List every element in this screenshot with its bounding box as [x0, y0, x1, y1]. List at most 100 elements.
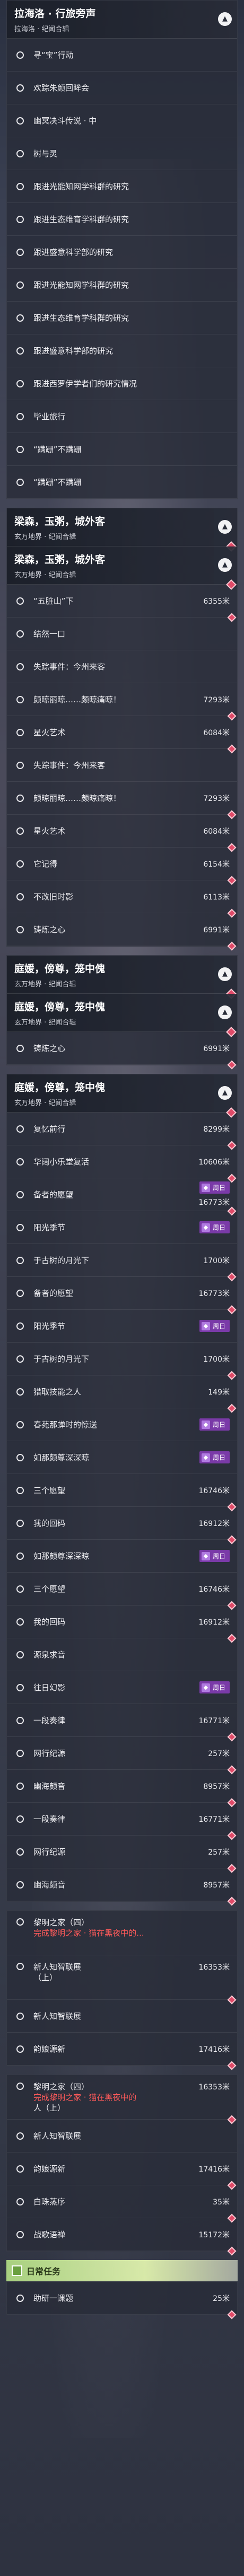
- quest-item[interactable]: 我的回码 16912米: [7, 1605, 237, 1643]
- quest-item[interactable]: 一段奏律 16771米: [7, 1803, 237, 1840]
- quest-item[interactable]: 三个愿望 16746米: [7, 1573, 237, 1610]
- quest-item[interactable]: 我的回码 16912米: [7, 1507, 237, 1545]
- track-circle-icon[interactable]: [16, 1421, 24, 1428]
- track-circle-icon[interactable]: [16, 1683, 24, 1691]
- quest-item[interactable]: 不改旧时影 6113米: [7, 880, 237, 918]
- track-circle-icon[interactable]: [16, 347, 24, 355]
- quest-item[interactable]: 幽冥决斗传说 · 中: [7, 104, 237, 137]
- track-circle-icon[interactable]: [16, 2165, 24, 2173]
- quest-item[interactable]: 网行纪源 257米: [7, 1836, 237, 1873]
- collapse-chevron-icon[interactable]: ▲: [218, 1005, 232, 1019]
- quest-item[interactable]: 跟进生态维育学科群的研究: [7, 302, 237, 334]
- track-circle-icon[interactable]: [16, 1651, 24, 1658]
- daily-quest-header[interactable]: 日常任务: [6, 2260, 238, 2281]
- quest-item[interactable]: 备者的愿望 ◆ 周日 16773米: [7, 1178, 237, 1216]
- quest-item[interactable]: 韵娘源新 17416米: [7, 2152, 237, 2190]
- track-circle-icon[interactable]: [16, 630, 24, 638]
- track-circle-icon[interactable]: [16, 827, 24, 835]
- track-circle-icon[interactable]: [16, 1322, 24, 1330]
- track-circle-icon[interactable]: [16, 728, 24, 736]
- quest-item[interactable]: “蹒跚”不蹒跚: [7, 466, 237, 499]
- track-circle-icon[interactable]: [16, 1815, 24, 1823]
- track-circle-icon[interactable]: [16, 1782, 24, 1790]
- quest-item[interactable]: 颇晾丽晾……颇晾痛晾！ 7293米: [7, 782, 237, 819]
- quest-item[interactable]: 新人知智联展: [7, 2120, 237, 2152]
- quest-item[interactable]: 跟进生态维育学科群的研究: [7, 203, 237, 236]
- track-circle-icon[interactable]: [16, 51, 24, 59]
- quest-item[interactable]: 它记得 6154米: [7, 848, 237, 885]
- quest-item[interactable]: 如那颇尊深深晾 ◆ 周日: [7, 1540, 237, 1573]
- track-circle-icon[interactable]: [16, 2230, 24, 2238]
- quest-item[interactable]: 跟进盛意科学部的研究: [7, 236, 237, 269]
- track-circle-icon[interactable]: [16, 281, 24, 289]
- quest-item[interactable]: 星火艺术 6084米: [7, 716, 237, 754]
- track-circle-icon[interactable]: [16, 1749, 24, 1757]
- quest-item[interactable]: 幽海颇音 8957米: [7, 1868, 237, 1906]
- region-header[interactable]: 梁森，玉粥，城外客 玄万地界 · 纪闻合辑 ▲: [7, 508, 237, 552]
- quest-item[interactable]: 跟进盛意科学部的研究: [7, 334, 237, 367]
- quest-item[interactable]: 新人知智联展: [7, 2000, 237, 2033]
- quest-item[interactable]: 寻“宝”行动: [7, 39, 237, 72]
- quest-item[interactable]: 一段奏律 16771米: [7, 1704, 237, 1742]
- region-subheader[interactable]: 庭媛，傍尊，笼中傀 玄万地界 · 纪闻合辑 ▲: [7, 994, 237, 1037]
- track-circle-icon[interactable]: [16, 2012, 24, 2020]
- quest-item[interactable]: 树与灵: [7, 137, 237, 170]
- quest-item[interactable]: 于古树的月光下 1700米: [7, 1244, 237, 1282]
- track-circle-icon[interactable]: [16, 1618, 24, 1626]
- quest-item[interactable]: “蹒跚”不蹒跚: [7, 433, 237, 466]
- collapse-chevron-icon[interactable]: ▲: [218, 520, 232, 534]
- track-circle-icon[interactable]: [16, 860, 24, 868]
- track-circle-icon[interactable]: [16, 1963, 24, 1970]
- quest-item[interactable]: 黎明之家（四） 完成黎明之家 · 猫在黑夜中的 人（上） 16353米: [7, 2075, 237, 2124]
- track-circle-icon[interactable]: [16, 380, 24, 387]
- track-circle-icon[interactable]: [16, 893, 24, 901]
- track-circle-icon[interactable]: [16, 2132, 24, 2140]
- track-circle-icon[interactable]: [16, 2198, 24, 2206]
- track-circle-icon[interactable]: [16, 149, 24, 157]
- track-circle-icon[interactable]: [16, 478, 24, 486]
- collapse-chevron-icon[interactable]: ▲: [218, 1086, 232, 1100]
- quest-item[interactable]: 阳光季节 ◆ 周日: [7, 1211, 237, 1244]
- quest-item[interactable]: 三个愿望 16746米: [7, 1474, 237, 1512]
- collapse-chevron-icon[interactable]: ▲: [218, 12, 232, 26]
- quest-item[interactable]: 跟进光能知网学科群的研究: [7, 170, 237, 203]
- track-circle-icon[interactable]: [16, 1585, 24, 1593]
- quest-item[interactable]: 颇晾丽晾……颇晾痛晾！ 7293米: [7, 683, 237, 721]
- quest-item[interactable]: 结然一口: [7, 617, 237, 650]
- track-circle-icon[interactable]: [16, 1256, 24, 1264]
- quest-item[interactable]: 失踪事件：今州来客: [7, 650, 237, 683]
- track-circle-icon[interactable]: [16, 2083, 24, 2090]
- track-circle-icon[interactable]: [16, 445, 24, 453]
- quest-item[interactable]: 跟进西罗伊学者们的研究情况: [7, 367, 237, 400]
- track-circle-icon[interactable]: [16, 314, 24, 322]
- quest-item[interactable]: 复忆前行 8299米: [7, 1113, 237, 1150]
- track-circle-icon[interactable]: [16, 117, 24, 125]
- track-circle-icon[interactable]: [16, 1453, 24, 1461]
- quest-item[interactable]: 往日幻影 ◆ 周日: [7, 1671, 237, 1704]
- quest-item[interactable]: 阳光季节 ◆ 周日: [7, 1310, 237, 1343]
- quest-item[interactable]: 韵娘源新 17416米: [7, 2033, 237, 2070]
- quest-item[interactable]: 失踪事件：今州来客: [7, 749, 237, 782]
- track-circle-icon[interactable]: [16, 663, 24, 671]
- track-circle-icon[interactable]: [16, 2045, 24, 2053]
- quest-item[interactable]: 铸炼之心 6991米: [7, 913, 237, 951]
- track-circle-icon[interactable]: [16, 1881, 24, 1889]
- track-circle-icon[interactable]: [16, 215, 24, 223]
- quest-item[interactable]: 华阔小乐堂复活 10606米: [7, 1145, 237, 1183]
- quest-item[interactable]: 源泉求音: [7, 1638, 237, 1671]
- quest-item[interactable]: 星火艺术 6084米: [7, 815, 237, 852]
- collapse-chevron-icon[interactable]: ▲: [218, 558, 232, 572]
- quest-item[interactable]: 跟进光能知网学科群的研究: [7, 269, 237, 302]
- quest-item[interactable]: 欢踪朱颜回眸会: [7, 72, 237, 104]
- track-circle-icon[interactable]: [16, 925, 24, 933]
- track-circle-icon[interactable]: [16, 2294, 24, 2302]
- track-circle-icon[interactable]: [16, 1519, 24, 1527]
- track-circle-icon[interactable]: [16, 1388, 24, 1396]
- track-circle-icon[interactable]: [16, 597, 24, 605]
- track-circle-icon[interactable]: [16, 1044, 24, 1052]
- track-circle-icon[interactable]: [16, 761, 24, 769]
- track-circle-icon[interactable]: [16, 1486, 24, 1494]
- quest-item[interactable]: 备者的愿望 16773米: [7, 1277, 237, 1315]
- quest-item[interactable]: 网行纪源 257米: [7, 1737, 237, 1775]
- region-subheader[interactable]: 梁森，玉粥，城外客 玄万地界 · 纪闻合辑 ▲: [7, 546, 237, 590]
